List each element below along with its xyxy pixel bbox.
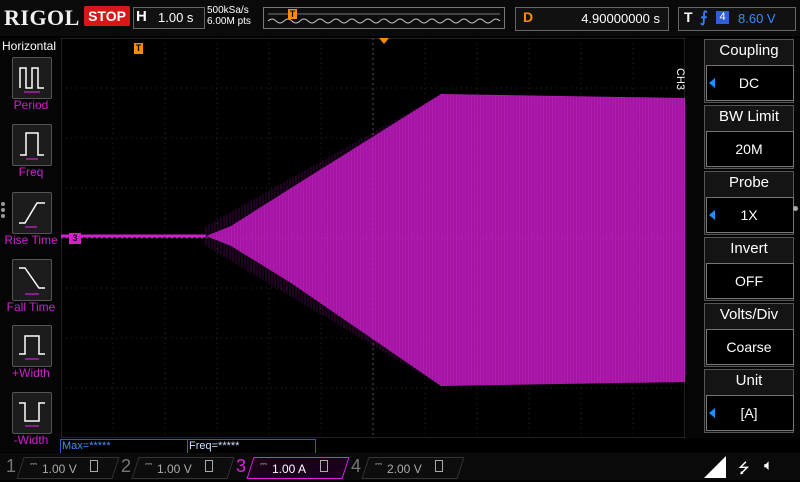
- trigger-source: 4: [716, 11, 729, 24]
- softkey-value: Coarse: [726, 339, 772, 355]
- period-label: Period: [13, 98, 49, 112]
- channel-1-status-icon: [90, 460, 98, 472]
- rise-time-label: Rise Time: [4, 233, 58, 247]
- fall-time-button[interactable]: [12, 259, 52, 301]
- softkey-value: [A]: [740, 405, 758, 421]
- period-button[interactable]: [12, 57, 52, 99]
- softkey-value: OFF: [735, 273, 763, 289]
- rising-edge-icon: ⨍: [700, 9, 708, 26]
- delay-label: D: [523, 9, 534, 25]
- memory-overview-trace: [267, 13, 501, 24]
- timebase-value: 1.00 s: [158, 10, 194, 25]
- memory-depth: 6.00M pts: [207, 16, 251, 27]
- rise-time-icon: [19, 202, 45, 228]
- horizontal-label: H: [136, 8, 147, 25]
- softkey-title: Coupling: [719, 42, 779, 59]
- fall-time-icon: [19, 267, 45, 295]
- channel-tag: CH3: [674, 68, 686, 91]
- usb-icon: ⭍: [738, 460, 750, 476]
- channel-2-scale: 1.00 V: [157, 462, 192, 476]
- sample-rate: 500kSa/s: [207, 5, 249, 16]
- arrow-left-icon: [709, 78, 715, 88]
- channel-1-number[interactable]: 1: [6, 456, 16, 477]
- trigger-time-marker: T: [134, 43, 143, 54]
- channel-2-number[interactable]: 2: [121, 456, 131, 477]
- channel-4-number[interactable]: 4: [351, 456, 361, 477]
- freq-button[interactable]: [12, 124, 52, 166]
- trigger-box[interactable]: [678, 7, 796, 31]
- dc-coupling-icon: ⎓: [260, 459, 268, 469]
- channel-4-status-icon: [435, 460, 443, 472]
- dc-coupling-icon: ⎓: [30, 459, 38, 469]
- left-menu-title: Horizontal: [2, 39, 57, 53]
- channel-4-scale: 2.00 V: [387, 462, 422, 476]
- channel-3-number[interactable]: 3: [236, 456, 246, 477]
- run-stop-indicator[interactable]: STOP: [84, 6, 130, 26]
- fall-time-label: Fall Time: [6, 300, 56, 314]
- memory-position-bar: T: [263, 7, 505, 29]
- channel-3-scale: 1.00 A: [272, 462, 307, 476]
- speaker-mute-icon[interactable]: 🔈︎: [764, 457, 773, 474]
- delay-value: 4.90000000 s: [581, 11, 660, 26]
- pos-width-label: +Width: [12, 366, 50, 380]
- softkey-value: 20M: [735, 141, 763, 157]
- neg-width-button[interactable]: [12, 392, 52, 434]
- menu-page-dots: [1, 200, 6, 220]
- channel-1-scale: 1.00 V: [42, 462, 77, 476]
- softkey-title: Probe: [728, 174, 770, 191]
- measurement-max-text: Max=*****: [62, 440, 111, 452]
- arrow-left-icon: [709, 408, 715, 418]
- channel-2-status-icon: [205, 460, 213, 472]
- softkey-value: 1X: [740, 207, 758, 223]
- softkey-title: Invert: [730, 240, 768, 257]
- rise-time-button[interactable]: [12, 192, 52, 234]
- channel-3-status-icon: [320, 460, 328, 472]
- freq-icon: [20, 132, 44, 160]
- trigger-position-marker: T: [288, 9, 297, 19]
- neg-width-label: -Width: [13, 433, 49, 447]
- menu-page-dot: [793, 206, 798, 211]
- dc-coupling-icon: ⎓: [145, 459, 153, 469]
- neg-width-icon: [19, 402, 45, 427]
- softkey-value: DC: [738, 75, 760, 91]
- softkey-title: BW Limit: [719, 108, 779, 125]
- trigger-level: 8.60 V: [738, 11, 776, 26]
- softkey-title: Volts/Div: [719, 306, 779, 323]
- softkey-title: Unit: [735, 372, 763, 389]
- ch3-offset-marker[interactable]: 3: [69, 233, 81, 244]
- brand-logo: RIGOL: [4, 5, 80, 30]
- trigger-label: T: [684, 9, 693, 25]
- dc-coupling-icon: ⎓: [375, 459, 383, 469]
- measurement-freq-text: Freq=*****: [189, 440, 240, 452]
- pos-width-icon: [19, 335, 45, 360]
- waveform-display[interactable]: [61, 38, 685, 438]
- acquisition-info: 500kSa/s 6.00M pts: [207, 5, 251, 27]
- freq-label: Freq: [18, 165, 44, 179]
- screen-center-marker: [379, 38, 389, 44]
- pos-width-button[interactable]: [12, 325, 52, 367]
- arrow-left-icon: [709, 210, 715, 220]
- period-icon: [19, 67, 44, 93]
- corner-indicator: [704, 456, 726, 478]
